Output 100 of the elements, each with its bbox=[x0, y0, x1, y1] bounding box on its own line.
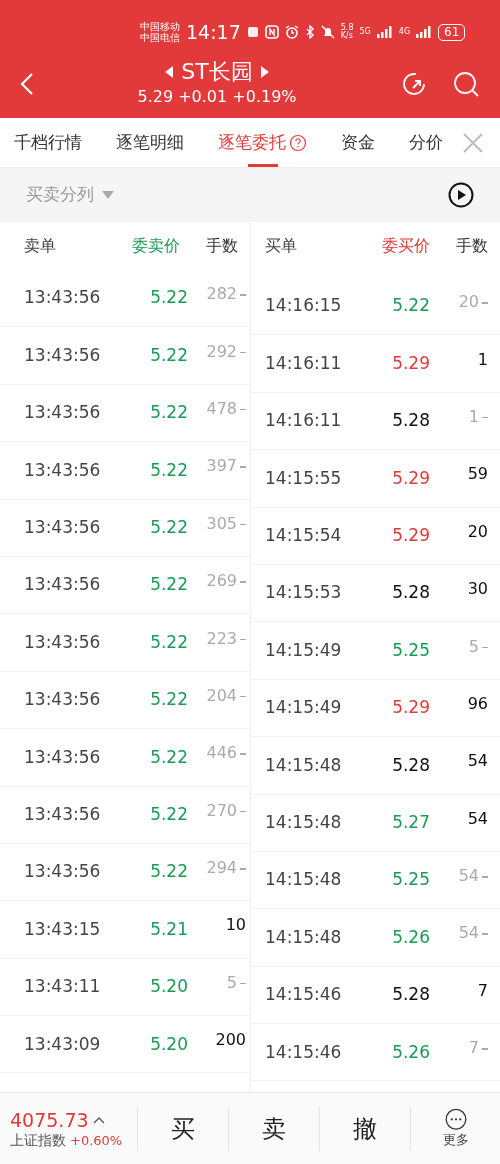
more-button[interactable]: 更多 bbox=[410, 1106, 500, 1151]
column-header: 委卖价 bbox=[131, 235, 180, 257]
app-icon bbox=[246, 26, 259, 38]
dash-icon bbox=[240, 466, 246, 468]
bluetooth-icon bbox=[304, 25, 315, 39]
quantity-cell-text: 1 bbox=[477, 348, 488, 371]
time-cell-text: 13:43:56 bbox=[24, 860, 102, 884]
tab[interactable]: 千档行情 bbox=[14, 117, 82, 168]
price-cell-text: 5.22 bbox=[149, 343, 188, 367]
tab[interactable]: 逐笔委托 bbox=[218, 117, 307, 168]
quantity-cell-text: 54 bbox=[458, 865, 479, 888]
speed-text: K/s bbox=[340, 32, 354, 40]
time-cell-text: 13:43:15 bbox=[24, 917, 102, 941]
dash-icon bbox=[482, 646, 488, 649]
quantity-cell-text: 292 bbox=[206, 340, 237, 363]
quantity-cell-text: 1 bbox=[468, 405, 479, 428]
nfc-icon bbox=[264, 25, 279, 39]
action-button[interactable]: 买 bbox=[137, 1106, 228, 1151]
mute-icon bbox=[320, 25, 335, 39]
dash-icon bbox=[482, 933, 488, 935]
price-cell-text: 5.29 bbox=[391, 351, 430, 375]
price-cell-text: 5.28 bbox=[391, 753, 430, 777]
time-cell-text: 14:15:54 bbox=[265, 524, 343, 547]
time-cell-text: 13:43:11 bbox=[24, 975, 102, 999]
carrier-name: 中国电信 bbox=[140, 32, 180, 44]
price-cell-text: 5.20 bbox=[149, 1032, 188, 1056]
dash-icon bbox=[240, 753, 246, 755]
help-icon bbox=[289, 133, 307, 152]
price-cell-text: 5.29 bbox=[391, 466, 430, 490]
dash-icon bbox=[240, 982, 246, 985]
search-button[interactable] bbox=[452, 70, 480, 98]
quantity-cell-text: 7 bbox=[477, 979, 488, 1002]
tab[interactable]: 分价 bbox=[409, 117, 443, 168]
dash-icon bbox=[240, 581, 246, 583]
time-cell-text: 14:16:11 bbox=[265, 409, 343, 433]
caret-up-icon bbox=[92, 1116, 105, 1125]
tab[interactable]: 资金 bbox=[341, 117, 375, 168]
action-button[interactable]: 撤 bbox=[319, 1106, 410, 1151]
dash-icon bbox=[482, 302, 488, 304]
action-button[interactable]: 卖 bbox=[228, 1106, 319, 1151]
index-name: 上证指数 bbox=[10, 1131, 66, 1149]
dash-icon bbox=[240, 638, 246, 641]
close-icon bbox=[462, 132, 484, 154]
quantity-cell-text: 223 bbox=[206, 627, 237, 650]
time-cell-text: 14:15:48 bbox=[265, 925, 343, 949]
column-header: 卖单 bbox=[24, 235, 57, 257]
price-cell-text: 5.22 bbox=[149, 630, 188, 654]
dash-icon bbox=[482, 876, 488, 878]
quantity-cell-text: 305 bbox=[206, 512, 237, 535]
back-button[interactable] bbox=[20, 71, 34, 97]
quantity-cell-text: 269 bbox=[206, 570, 237, 593]
price-cell-text: 5.25 bbox=[391, 638, 430, 662]
dash-icon bbox=[240, 868, 246, 870]
price-cell-text: 5.22 bbox=[149, 286, 188, 310]
time-cell-text: 14:15:46 bbox=[265, 1040, 343, 1064]
quantity-cell-text: 10 bbox=[225, 914, 246, 937]
quantity-cell-text: 478 bbox=[206, 397, 237, 420]
time-cell-text: 14:15:48 bbox=[265, 868, 343, 892]
dash-icon bbox=[240, 810, 246, 813]
time-cell-text: 13:43:56 bbox=[24, 802, 102, 826]
time-cell-text: 14:15:55 bbox=[265, 466, 343, 490]
stock-title: ST长园 bbox=[181, 58, 253, 86]
carrier-name: 中国移动 bbox=[140, 20, 180, 32]
time-cell-text: 13:43:09 bbox=[24, 1032, 102, 1056]
time-cell-text: 13:43:56 bbox=[24, 688, 102, 712]
dash-icon bbox=[240, 294, 246, 296]
quantity-cell-text: 54 bbox=[458, 922, 479, 945]
dash-icon bbox=[482, 416, 488, 419]
dash-icon bbox=[240, 351, 246, 354]
column-header: 手数 bbox=[205, 235, 238, 257]
refresh-button[interactable] bbox=[400, 70, 428, 98]
quantity-cell-text: 54 bbox=[467, 807, 488, 830]
quantity-cell-text: 59 bbox=[467, 463, 488, 486]
quantity-cell-text: 294 bbox=[206, 857, 237, 880]
time-cell-text: 13:43:56 bbox=[24, 343, 102, 367]
time-cell-text: 13:43:56 bbox=[24, 401, 102, 425]
quantity-cell-text: 5 bbox=[468, 635, 479, 658]
time-cell-text: 14:15:48 bbox=[265, 753, 343, 777]
price-cell-text: 5.22 bbox=[149, 516, 188, 539]
time-cell-text: 14:15:46 bbox=[265, 983, 343, 1007]
price-cell-text: 5.21 bbox=[149, 917, 188, 941]
price-cell-text: 5.26 bbox=[391, 925, 430, 949]
price-cell-text: 5.22 bbox=[149, 860, 188, 884]
price-cell-text: 5.29 bbox=[391, 524, 430, 547]
play-button[interactable] bbox=[448, 182, 474, 208]
tab[interactable]: 逐笔明细 bbox=[116, 117, 184, 168]
time-cell-text: 14:15:49 bbox=[265, 696, 343, 720]
price-cell-text: 5.28 bbox=[391, 581, 430, 605]
network-label: 5G bbox=[359, 28, 371, 36]
quantity-cell-text: 397 bbox=[206, 455, 237, 478]
quantity-cell-text: 96 bbox=[467, 692, 488, 715]
price-cell-text: 5.22 bbox=[149, 802, 188, 826]
quantity-cell-text: 270 bbox=[206, 799, 237, 822]
price-cell-text: 5.22 bbox=[391, 294, 430, 318]
price-cell-text: 5.28 bbox=[391, 409, 430, 433]
price-cell-text: 5.22 bbox=[149, 401, 188, 425]
caret-icon bbox=[102, 191, 114, 199]
speed-text: 5.8 bbox=[340, 24, 354, 32]
column-header: 买单 bbox=[265, 235, 298, 257]
signal-icon bbox=[416, 26, 433, 38]
